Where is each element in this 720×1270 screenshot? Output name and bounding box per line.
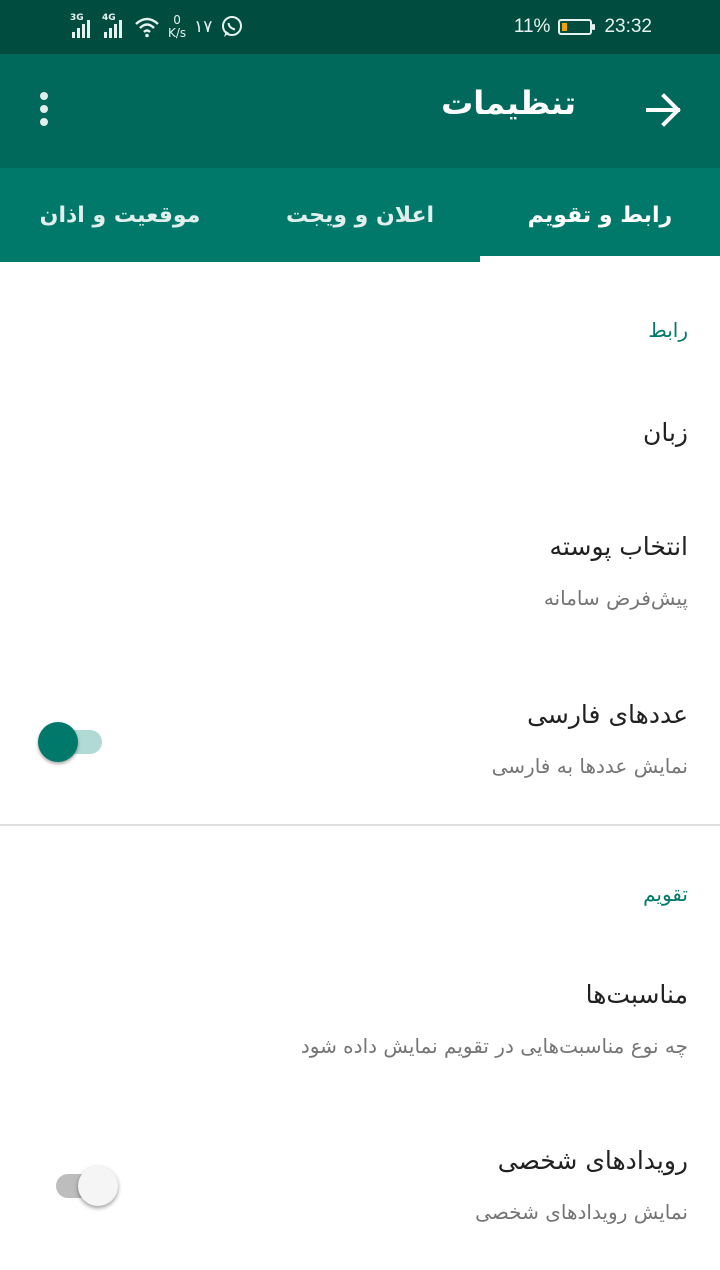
page-title: تنظیمات	[441, 84, 576, 122]
status-left-icons: 3G 4G 0 K/s ۱۷	[70, 10, 244, 44]
notification-count: ۱۷	[194, 17, 213, 36]
switch-thumb	[78, 1166, 118, 1206]
battery-percent: 11%	[513, 16, 551, 37]
pref-summary: نمایش رویدادهای شخصی	[475, 1200, 688, 1224]
pref-title: رویدادهای شخصی	[497, 1146, 688, 1175]
more-vert-icon[interactable]	[28, 90, 60, 130]
whatsapp-icon	[222, 16, 243, 37]
persian-digits-switch[interactable]	[38, 720, 110, 762]
pref-persian-digits[interactable]: عددهای فارسی نمایش عددها به فارسی	[0, 672, 688, 812]
signal-icon: 3G	[70, 13, 90, 38]
tab-interface-calendar[interactable]: رابط و تقویم	[480, 168, 720, 262]
network-speed: 0 K/s	[168, 14, 186, 40]
pref-summary: نمایش عددها به فارسی	[491, 754, 688, 778]
sim1-type-label: 3G	[70, 13, 84, 23]
pref-summary: پیش‌فرض سامانه	[543, 586, 688, 610]
pref-personal-events[interactable]: رویدادهای شخصی نمایش رویدادهای شخصی	[0, 1118, 688, 1258]
pref-language[interactable]: زبان	[0, 382, 688, 502]
speed-unit: K/s	[168, 26, 187, 40]
personal-events-switch[interactable]	[44, 1164, 118, 1206]
pref-theme[interactable]: انتخاب پوسته پیش‌فرض سامانه	[0, 506, 688, 656]
pref-title: زبان	[642, 418, 688, 447]
pref-title: عددهای فارسی	[527, 700, 688, 729]
section-header-calendar: تقویم	[643, 882, 688, 906]
sim2-type-label: 4G	[102, 13, 116, 23]
tab-location-athan[interactable]: موقعیت و اذان	[0, 168, 240, 262]
status-right-icons: 11% 23:32	[514, 10, 652, 44]
app-bar: تنظیمات	[0, 54, 720, 168]
clock: 23:32	[604, 16, 652, 37]
pref-title: انتخاب پوسته	[549, 532, 688, 561]
tab-bar: رابط و تقویم اعلان و ویجت موقعیت و اذان	[0, 168, 720, 262]
section-divider	[0, 824, 720, 826]
pref-title: مناسبت‌ها	[585, 980, 688, 1009]
wifi-icon	[135, 17, 159, 38]
battery-icon	[558, 19, 596, 35]
switch-thumb	[38, 722, 78, 762]
arrow-back-icon[interactable]	[644, 90, 684, 130]
settings-list: رابط زبان انتخاب پوسته پیش‌فرض سامانه عد…	[0, 262, 720, 1270]
tab-notification-widget[interactable]: اعلان و ویجت	[240, 168, 480, 262]
pref-summary: چه نوع مناسبت‌هایی در تقویم نمایش داده ش…	[300, 1034, 688, 1058]
section-header-interface: رابط	[648, 318, 688, 342]
pref-holidays[interactable]: مناسبت‌ها چه نوع مناسبت‌هایی در تقویم نم…	[0, 952, 688, 1092]
signal-icon: 4G	[102, 13, 122, 38]
status-bar: 3G 4G 0 K/s ۱۷ 11% 23:32	[0, 0, 720, 54]
